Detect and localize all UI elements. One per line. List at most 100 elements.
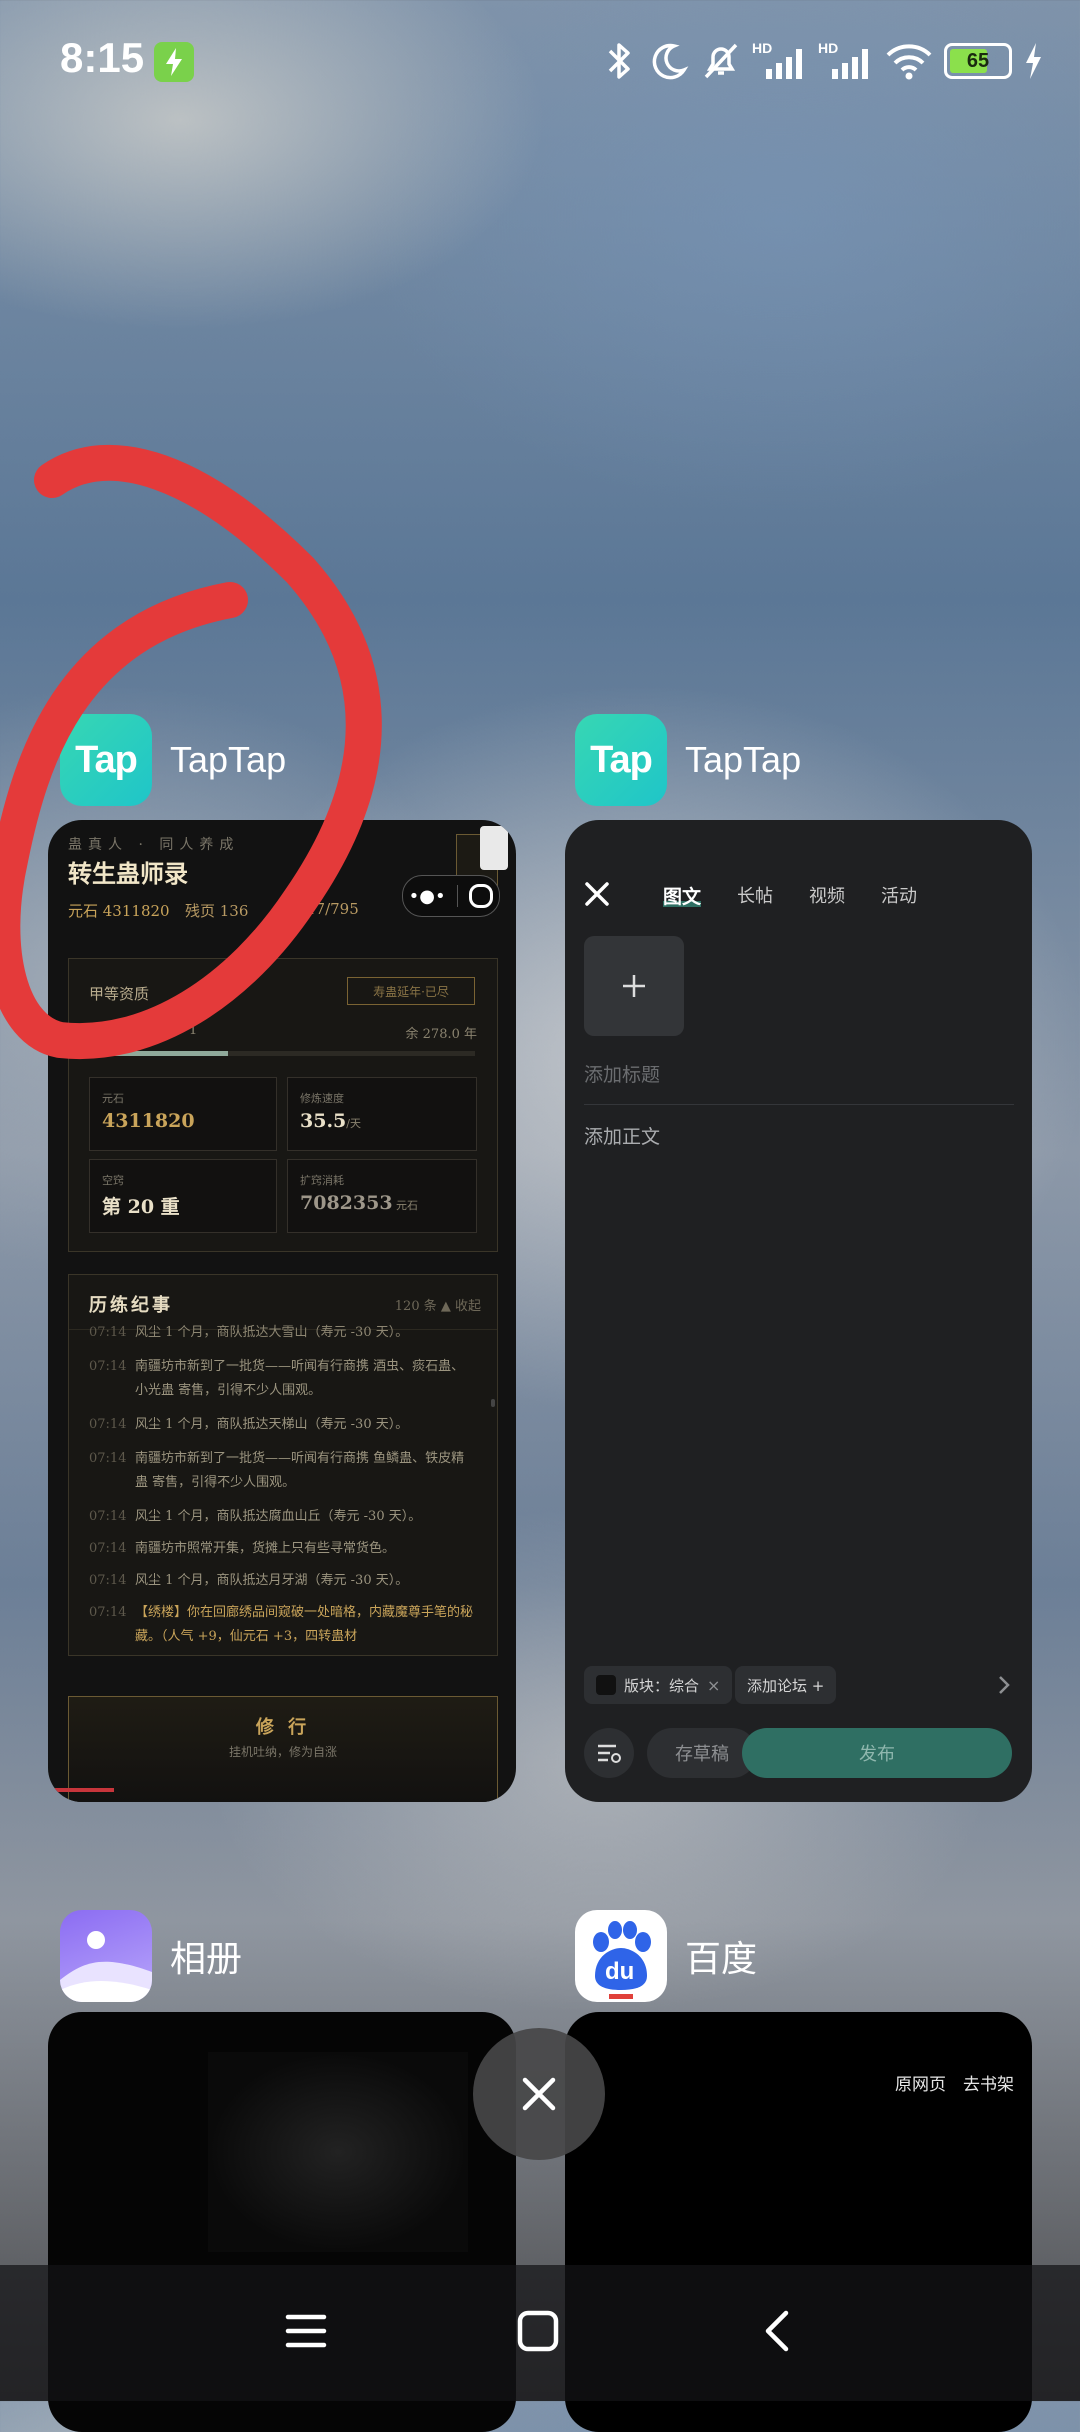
gallery-app-icon[interactable] (60, 1910, 152, 2002)
charging-notification-icon (154, 42, 194, 82)
log-time: 07:14 (89, 1417, 127, 1432)
cell-value: 4311820 (102, 1110, 195, 1132)
stat-cell-cost: 扩窍消耗 7082353 元石 (287, 1159, 477, 1233)
body-input[interactable]: 添加正文 (584, 1122, 660, 1149)
forum-chip-label: 版块：综合 (624, 1676, 700, 1695)
status-time: 8:15 (60, 34, 145, 81)
app-header-baidu[interactable]: du 百度 (575, 1910, 757, 2002)
baidu-paw-icon (593, 1921, 651, 1999)
bookshelf-link[interactable]: 去书架 (963, 2070, 1014, 2095)
log-time: 07:14 (89, 1573, 127, 1588)
cultivate-subtitle: 挂机吐纳，修为自涨 (228, 1745, 337, 1759)
clear-all-button[interactable] (473, 2028, 605, 2160)
title-input[interactable]: 添加标题 (584, 1060, 660, 1087)
log-title: 历练纪事 (89, 1295, 173, 1316)
log-text: 风尘 1 个月，商队抵达腐血山丘（寿元 -30 天）。 (135, 1509, 422, 1524)
cell-unit: /天 (346, 1117, 361, 1130)
baidu-logo-text: du (605, 1958, 635, 1985)
list-settings-icon (598, 1744, 621, 1763)
red-annotation-circle (0, 444, 382, 1060)
navigation-bar (0, 2265, 1080, 2401)
taptap-app-icon[interactable]: Tap (575, 714, 667, 806)
log-entry-highlight: 07:14 【绣楼】你在回廊绣品间窥破一处暗格，内藏魔尊手笔的秘藏。（人气 +9，… (89, 1601, 477, 1649)
log-time: 07:14 (89, 1359, 127, 1374)
forum-chip[interactable]: 版块：综合 × (584, 1666, 733, 1704)
bell-muted-icon (704, 43, 738, 79)
recent-card-taptap-editor[interactable]: 图文 长帖 视频 活动 添加标题 添加正文 版块：综合 × 添加论坛 + 存草稿… (565, 820, 1032, 1802)
charging-bolt-icon (1026, 43, 1041, 79)
log-time: 07:14 (89, 1509, 127, 1524)
cultivate-title: 修 行 (255, 1717, 311, 1738)
log-text: 风尘 1 个月，商队抵达大雪山（寿元 -30 天）。 (135, 1325, 409, 1340)
wifi-icon (886, 44, 932, 80)
original-page-link[interactable]: 原网页 (895, 2070, 946, 2095)
stat-cell-yuanshi: 元石 4311820 (89, 1077, 277, 1151)
log-time: 07:14 (89, 1541, 127, 1556)
remove-forum-icon[interactable]: × (707, 1676, 720, 1695)
plus-icon (623, 975, 645, 997)
svg-text:HD: HD (818, 40, 838, 56)
add-image-button[interactable] (584, 936, 684, 1036)
close-miniprogram-icon[interactable] (469, 884, 494, 908)
log-time: 07:14 (89, 1451, 127, 1466)
app-name: 相册 (170, 1938, 243, 1979)
status-bar: 8:15 HD HD 65 (0, 0, 1080, 120)
tab-long-post[interactable]: 长帖 (737, 882, 773, 909)
log-entry: 07:14 南疆坊市新到了一批货——听闻有行商携 鱼鳞蛊、铁皮精蛊 寄售，引得不少… (89, 1447, 477, 1495)
log-panel: 历练纪事 120 条 ▲ 收起 07:14 风尘 1 个月，商队抵达大雪山（寿元 … (68, 1274, 498, 1656)
cell-value: 35.5 (300, 1110, 347, 1132)
cultivate-button[interactable]: 修 行 挂机吐纳，修为自涨 (68, 1696, 498, 1802)
scrollbar[interactable] (491, 1399, 495, 1407)
more-icon[interactable]: •●• (409, 886, 446, 907)
cell-label: 元石 (102, 1092, 124, 1105)
remain-lifespan: 余 278.0 年 (405, 1027, 477, 1042)
cell-value-wrap: 35.5/天 (300, 1110, 361, 1132)
app-name: 百度 (685, 1938, 758, 1979)
battery-icon: 65 (944, 43, 1012, 79)
log-time: 07:14 (89, 1605, 127, 1620)
forum-avatar-icon (596, 1675, 616, 1695)
back-icon[interactable] (756, 2309, 800, 2353)
cell-value: 第 20 重 (102, 1196, 180, 1218)
save-draft-button[interactable]: 存草稿 (647, 1728, 757, 1778)
tab-activity[interactable]: 活动 (881, 882, 917, 909)
log-text: 南疆坊市照常开集，货摊上只有些寻常货色。 (135, 1541, 396, 1556)
miniprogram-capsule[interactable]: •●• (402, 875, 500, 917)
stat-cell-speed: 修炼速度 35.5/天 (287, 1077, 477, 1151)
log-time: 07:14 (89, 1325, 127, 1340)
document-icon[interactable] (480, 826, 508, 870)
menu-icon[interactable] (284, 2309, 328, 2353)
tab-graphic[interactable]: 图文 (663, 882, 702, 909)
log-text: 南疆坊市新到了一批货——听闻有行商携 酒虫、痰石蛊、小光蛊 寄售，引得不少人围观… (135, 1359, 465, 1398)
close-icon[interactable] (583, 880, 611, 908)
tab-video[interactable]: 视频 (809, 882, 845, 909)
log-text: 南疆坊市新到了一批货——听闻有行商携 鱼鳞蛊、铁皮精蛊 寄售，引得不少人围观。 (135, 1451, 465, 1490)
gallery-image-icon (60, 1931, 152, 2002)
editor-tabs: 图文 长帖 视频 活动 (663, 882, 917, 909)
add-forum-button[interactable]: 添加论坛 + (735, 1666, 837, 1704)
log-collapse-button[interactable]: 120 条 ▲ 收起 (395, 1295, 481, 1314)
close-icon (522, 2077, 556, 2111)
home-icon[interactable] (516, 2309, 560, 2353)
publish-button[interactable]: 发布 (742, 1728, 1012, 1778)
svg-text:HD: HD (752, 40, 772, 56)
cell-label: 空窍 (102, 1174, 124, 1187)
bluetooth-icon (608, 43, 630, 79)
app-name: TapTap (685, 739, 802, 780)
cell-label: 修炼速度 (300, 1092, 344, 1105)
battery-level: 65 (966, 49, 990, 72)
signal-hd-icon-2: HD (818, 40, 868, 79)
chevron-right-icon[interactable] (997, 1674, 1011, 1696)
log-entry: 07:14 风尘 1 个月，商队抵达天梯山（寿元 -30 天）。 (89, 1413, 477, 1437)
status-icons: HD HD 65 (602, 36, 1044, 86)
cell-label: 扩窍消耗 (300, 1174, 344, 1187)
cell-value: 7082353 (300, 1192, 393, 1214)
settings-list-button[interactable] (584, 1728, 634, 1778)
stat-cell-aperture: 空窍 第 20 重 (89, 1159, 277, 1233)
moon-icon (652, 43, 689, 80)
log-entry: 07:14 风尘 1 个月，商队抵达大雪山（寿元 -30 天）。 (89, 1323, 477, 1343)
app-header-gallery[interactable]: 相册 (60, 1910, 242, 2002)
log-entry: 07:14 风尘 1 个月，商队抵达月牙湖（寿元 -30 天）。 (89, 1569, 477, 1593)
baidu-app-icon[interactable]: du (575, 1910, 667, 2002)
app-header-taptap-2[interactable]: Tap TapTap (575, 714, 801, 806)
